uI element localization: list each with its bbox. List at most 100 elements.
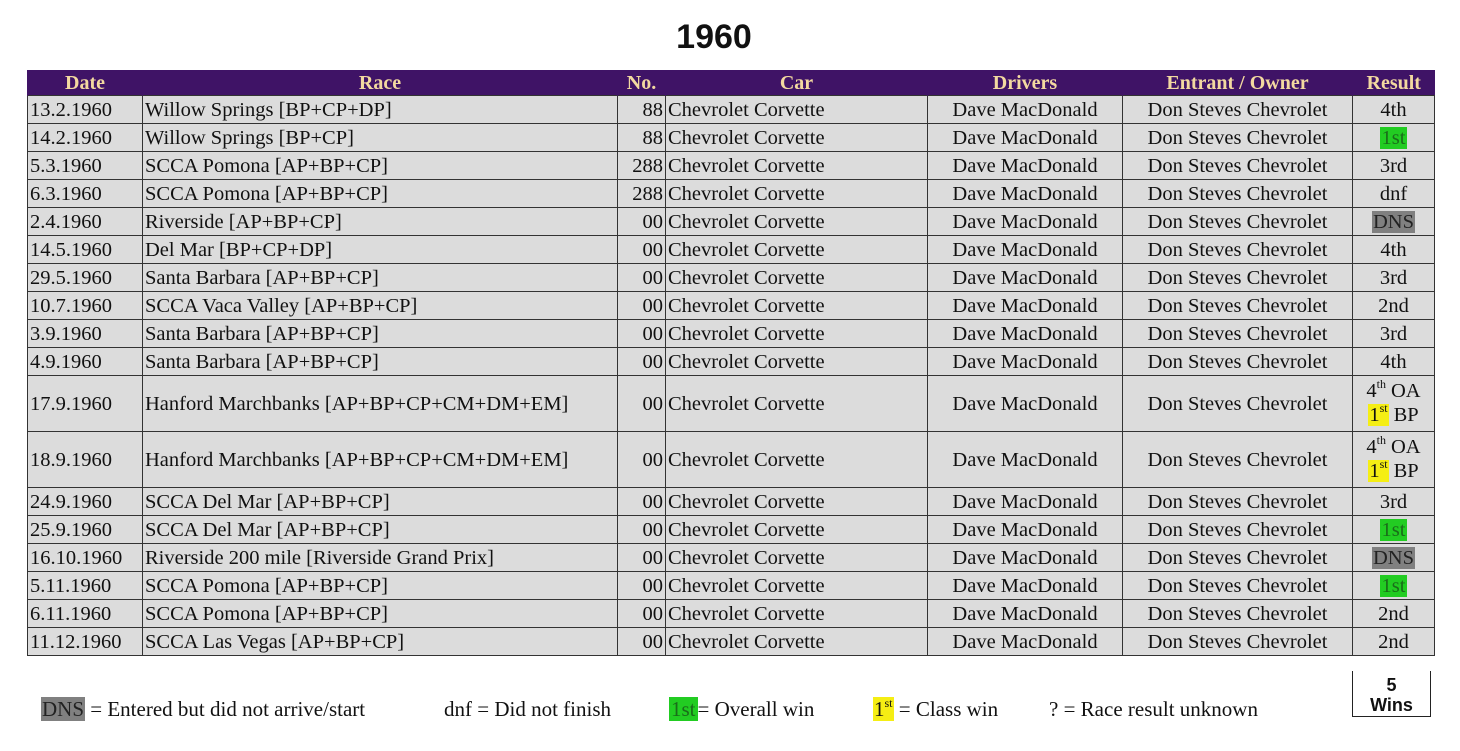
cell-date: 14.2.1960 — [27, 123, 143, 152]
cell-driver: Dave MacDonald — [927, 487, 1123, 516]
result-text: dnf — [1379, 182, 1408, 205]
header-date: Date — [27, 70, 143, 96]
legend-overall-text: = Overall win — [697, 697, 815, 721]
table-row: 5.11.1960 SCCA Pomona [AP+BP+CP] 00 Chevrol… — [27, 571, 1435, 600]
legend-dns-text: = Entered but did not arrive/start — [90, 697, 366, 721]
result-text: 3rd — [1379, 490, 1408, 513]
cell-result: 4th OA 1st BP — [1352, 431, 1435, 488]
cell-entrant: Don Steves Chevrolet — [1122, 515, 1353, 544]
cell-race: Willow Springs [BP+CP+DP] — [142, 95, 618, 124]
cell-date: 5.11.1960 — [27, 571, 143, 600]
cell-entrant: Don Steves Chevrolet — [1122, 543, 1353, 572]
cell-result: 3rd — [1352, 487, 1435, 516]
cell-race: Riverside [AP+BP+CP] — [142, 207, 618, 236]
header-car: Car — [665, 70, 928, 96]
cell-race: SCCA Pomona [AP+BP+CP] — [142, 179, 618, 208]
cell-race: Santa Barbara [AP+BP+CP] — [142, 319, 618, 348]
cell-result: DNS — [1352, 543, 1435, 572]
cell-car: Chevrolet Corvette — [665, 375, 928, 432]
cell-entrant: Don Steves Chevrolet — [1122, 291, 1353, 320]
cell-driver: Dave MacDonald — [927, 375, 1123, 432]
legend-class-win: 1st = Class win — [873, 697, 998, 722]
cell-number: 288 — [617, 179, 666, 208]
table-row: 14.2.1960 Willow Springs [BP+CP] 88 Chevrol… — [27, 123, 1435, 152]
cell-number: 00 — [617, 431, 666, 488]
result-overall-win: 1st — [1379, 518, 1408, 541]
cell-result: 1st — [1352, 123, 1435, 152]
cell-number: 00 — [617, 291, 666, 320]
cell-result: DNS — [1352, 207, 1435, 236]
header-race: Race — [142, 70, 618, 96]
cell-result: 1st — [1352, 515, 1435, 544]
result-text: 3rd — [1379, 322, 1408, 345]
header-no: No. — [617, 70, 666, 96]
cell-race: SCCA Vaca Valley [AP+BP+CP] — [142, 291, 618, 320]
cell-race: Santa Barbara [AP+BP+CP] — [142, 347, 618, 376]
legend-unknown-key: ? — [1049, 697, 1059, 721]
result-text: 2nd — [1378, 602, 1409, 625]
cell-entrant: Don Steves Chevrolet — [1122, 207, 1353, 236]
cell-date: 6.3.1960 — [27, 179, 143, 208]
cell-car: Chevrolet Corvette — [665, 123, 928, 152]
legend-overall-win: 1st= Overall win — [669, 697, 814, 722]
result-text: 3rd — [1379, 266, 1408, 289]
cell-entrant: Don Steves Chevrolet — [1122, 179, 1353, 208]
cell-race: SCCA Pomona [AP+BP+CP] — [142, 571, 618, 600]
legend-class-text: = Class win — [898, 697, 999, 721]
table-body: 13.2.1960 Willow Springs [BP+CP+DP] 88 Chev… — [27, 95, 1435, 656]
cell-car: Chevrolet Corvette — [665, 207, 928, 236]
result-text: 2nd — [1378, 294, 1409, 317]
table-row: 25.9.1960 SCCA Del Mar [AP+BP+CP] 00 Chevro… — [27, 515, 1435, 544]
cell-driver: Dave MacDonald — [927, 347, 1123, 376]
result-text: 4th — [1380, 350, 1407, 373]
cell-entrant: Don Steves Chevrolet — [1122, 487, 1353, 516]
cell-driver: Dave MacDonald — [927, 599, 1123, 628]
cell-date: 29.5.1960 — [27, 263, 143, 292]
cell-date: 2.4.1960 — [27, 207, 143, 236]
cell-result: 4th — [1352, 347, 1435, 376]
table-row: 29.5.1960 Santa Barbara [AP+BP+CP] 00 Chevr… — [27, 263, 1435, 292]
cell-result: 2nd — [1352, 599, 1435, 628]
table-row: 17.9.1960 Hanford Marchbanks [AP+BP+CP+CM… — [27, 375, 1435, 432]
cell-car: Chevrolet Corvette — [665, 263, 928, 292]
cell-car: Chevrolet Corvette — [665, 319, 928, 348]
cell-number: 00 — [617, 347, 666, 376]
cell-car: Chevrolet Corvette — [665, 515, 928, 544]
cell-number: 00 — [617, 627, 666, 656]
cell-driver: Dave MacDonald — [927, 319, 1123, 348]
cell-driver: Dave MacDonald — [927, 291, 1123, 320]
cell-car: Chevrolet Corvette — [665, 291, 928, 320]
cell-driver: Dave MacDonald — [927, 515, 1123, 544]
cell-entrant: Don Steves Chevrolet — [1122, 571, 1353, 600]
header-row: Date Race No. Car Drivers Entrant / Owne… — [27, 70, 1435, 96]
result-multi: 4th OA 1st BP — [1366, 378, 1421, 427]
cell-result: 4th — [1352, 95, 1435, 124]
cell-entrant: Don Steves Chevrolet — [1122, 263, 1353, 292]
result-class-win: 1st BP — [1368, 457, 1419, 482]
cell-number: 00 — [617, 543, 666, 572]
cell-result: 3rd — [1352, 151, 1435, 180]
cell-date: 14.5.1960 — [27, 235, 143, 264]
cell-result: 3rd — [1352, 263, 1435, 292]
cell-car: Chevrolet Corvette — [665, 95, 928, 124]
cell-driver: Dave MacDonald — [927, 543, 1123, 572]
cell-race: Hanford Marchbanks [AP+BP+CP+CM+DM+EM] — [142, 375, 618, 432]
cell-result: 3rd — [1352, 319, 1435, 348]
table-row: 3.9.1960 Santa Barbara [AP+BP+CP] 00 Chevro… — [27, 319, 1435, 348]
cell-number: 00 — [617, 235, 666, 264]
cell-entrant: Don Steves Chevrolet — [1122, 123, 1353, 152]
table-row: 6.3.1960 SCCA Pomona [AP+BP+CP] 288 Chevrol… — [27, 179, 1435, 208]
cell-number: 00 — [617, 319, 666, 348]
cell-number: 88 — [617, 123, 666, 152]
cell-driver: Dave MacDonald — [927, 627, 1123, 656]
table-row: 6.11.1960 SCCA Pomona [AP+BP+CP] 00 Chevrol… — [27, 599, 1435, 628]
result-text: 4th — [1380, 238, 1407, 261]
cell-number: 00 — [617, 375, 666, 432]
cell-driver: Dave MacDonald — [927, 571, 1123, 600]
cell-car: Chevrolet Corvette — [665, 179, 928, 208]
cell-result: 4th OA 1st BP — [1352, 375, 1435, 432]
cell-car: Chevrolet Corvette — [665, 627, 928, 656]
cell-date: 6.11.1960 — [27, 599, 143, 628]
result-text: 2nd — [1378, 630, 1409, 653]
header-result: Result — [1352, 70, 1435, 96]
